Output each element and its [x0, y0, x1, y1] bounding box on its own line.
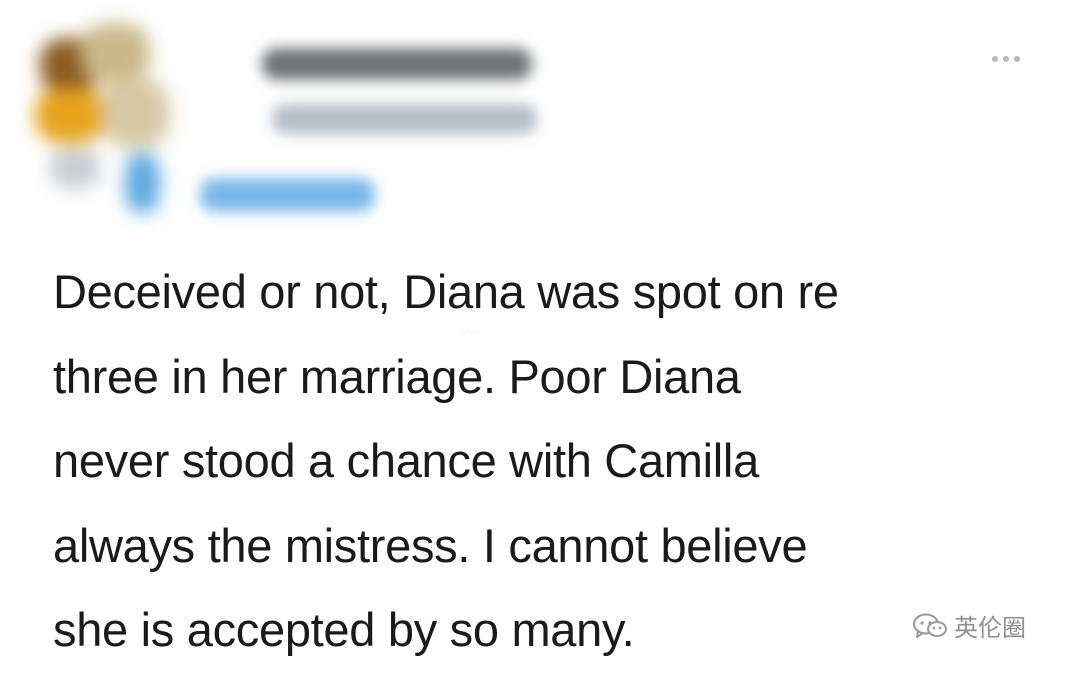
post-text: Deceived or not, Diana was spot on re th…: [53, 265, 839, 656]
account-meta-redacted: [200, 178, 375, 212]
account-handle-redacted[interactable]: [272, 104, 537, 134]
account-name-redacted[interactable]: [262, 48, 532, 80]
avatar[interactable]: [30, 18, 190, 218]
wechat-icon: [913, 613, 947, 638]
brand-name: 英伦圈: [954, 615, 1026, 642]
more-options-icon[interactable]: [988, 52, 1024, 66]
brand-watermark: 英伦圈: [912, 608, 1026, 643]
